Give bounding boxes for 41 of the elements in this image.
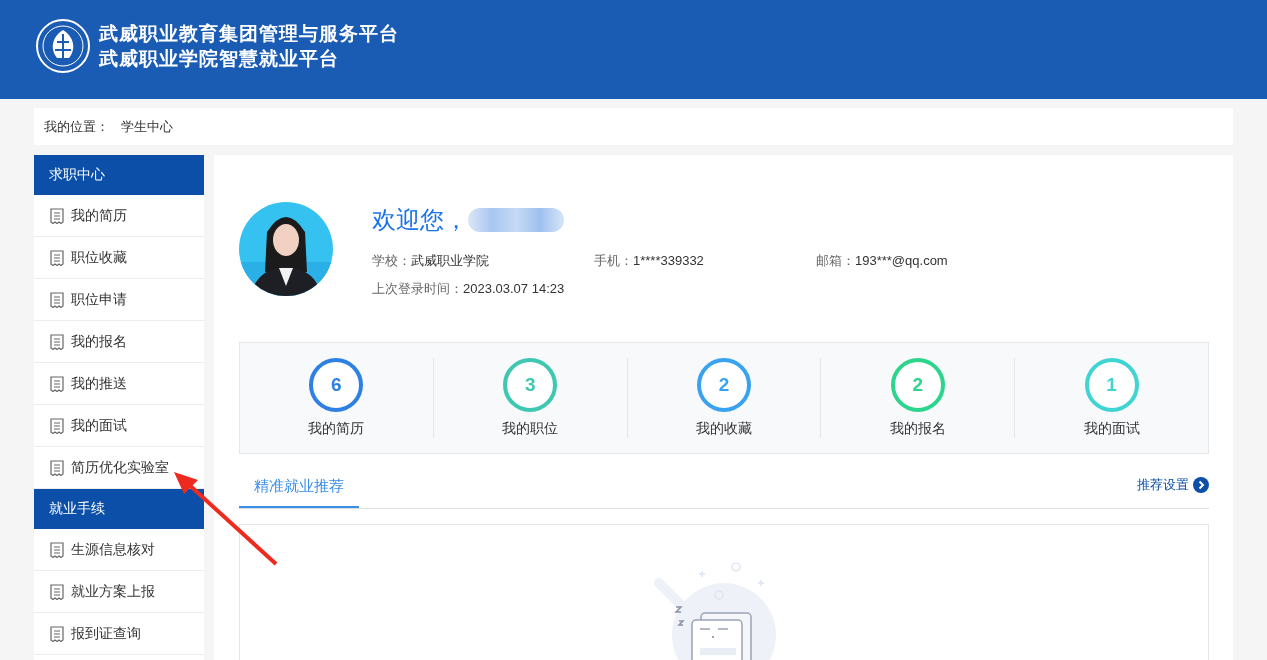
tab[interactable]: 精准就业推荐: [239, 467, 359, 508]
sidebar-item[interactable]: 生源信息核对: [34, 529, 204, 571]
sidebar-item[interactable]: 我的简历: [34, 195, 204, 237]
sidebar-item[interactable]: 就业方案上报: [34, 571, 204, 613]
document-icon: [50, 625, 64, 642]
profile-field: 邮箱：193***@qq.com: [816, 252, 948, 270]
sidebar-item[interactable]: 职位申请: [34, 279, 204, 321]
welcome-heading: 欢迎您，: [372, 205, 468, 235]
document-icon: [50, 249, 64, 266]
document-icon: [50, 375, 64, 392]
sidebar-group-header: 就业手续: [34, 489, 204, 529]
school-logo-icon: [35, 17, 91, 74]
sidebar-item[interactable]: 我的面试: [34, 405, 204, 447]
stat-label: 我的职位: [502, 420, 559, 438]
stat-label: 我的面试: [1083, 420, 1140, 438]
breadcrumb-label: 我的位置：: [44, 117, 109, 136]
settings-link[interactable]: 推荐设置: [1137, 475, 1209, 494]
site-title: 武威职业学院智慧就业平台: [99, 45, 339, 71]
sidebar-item[interactable]: 我的推送: [34, 363, 204, 405]
profile-field: 上次登录时间：2023.03.07 14:23: [372, 280, 565, 298]
site-title: 武威职业教育集团管理与服务平台: [99, 20, 399, 46]
chevron-right-icon: [1193, 476, 1209, 493]
document-icon: [50, 207, 64, 224]
stat-label: 我的收藏: [696, 420, 752, 438]
sidebar-item[interactable]: 简历优化实验室: [34, 447, 204, 489]
sidebar-item[interactable]: 报到证查询: [34, 613, 204, 655]
document-icon: [50, 417, 64, 434]
stat-label: 我的简历: [308, 420, 365, 438]
sidebar-item[interactable]: 职位收藏: [34, 237, 204, 279]
profile-field: 手机：1****339332: [594, 252, 704, 270]
document-icon: [50, 459, 64, 476]
stat-label: 我的报名: [889, 420, 946, 438]
sidebar-item[interactable]: 我的报名: [34, 321, 204, 363]
breadcrumb-link[interactable]: 学生中心: [121, 117, 173, 136]
document-icon: [50, 333, 64, 350]
document-icon: [50, 583, 64, 600]
count-ring[interactable]: 6: [309, 358, 364, 412]
document-icon: [50, 541, 64, 558]
document-icon: [50, 291, 64, 308]
profile-field: 学校：武威职业学院: [372, 252, 489, 270]
sidebar-group-header: 求职中心: [34, 155, 204, 195]
